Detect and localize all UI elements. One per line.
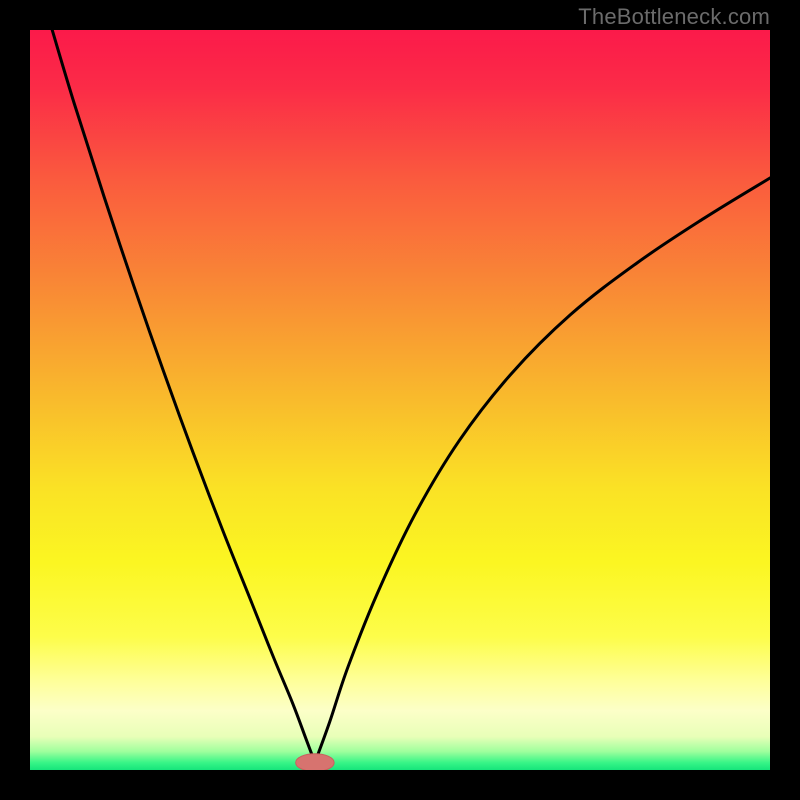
- gradient-background: [30, 30, 770, 770]
- minimum-marker: [296, 754, 334, 770]
- watermark-text: TheBottleneck.com: [578, 4, 770, 30]
- plot-area: [30, 30, 770, 770]
- outer-frame: TheBottleneck.com: [0, 0, 800, 800]
- chart-canvas: [30, 30, 770, 770]
